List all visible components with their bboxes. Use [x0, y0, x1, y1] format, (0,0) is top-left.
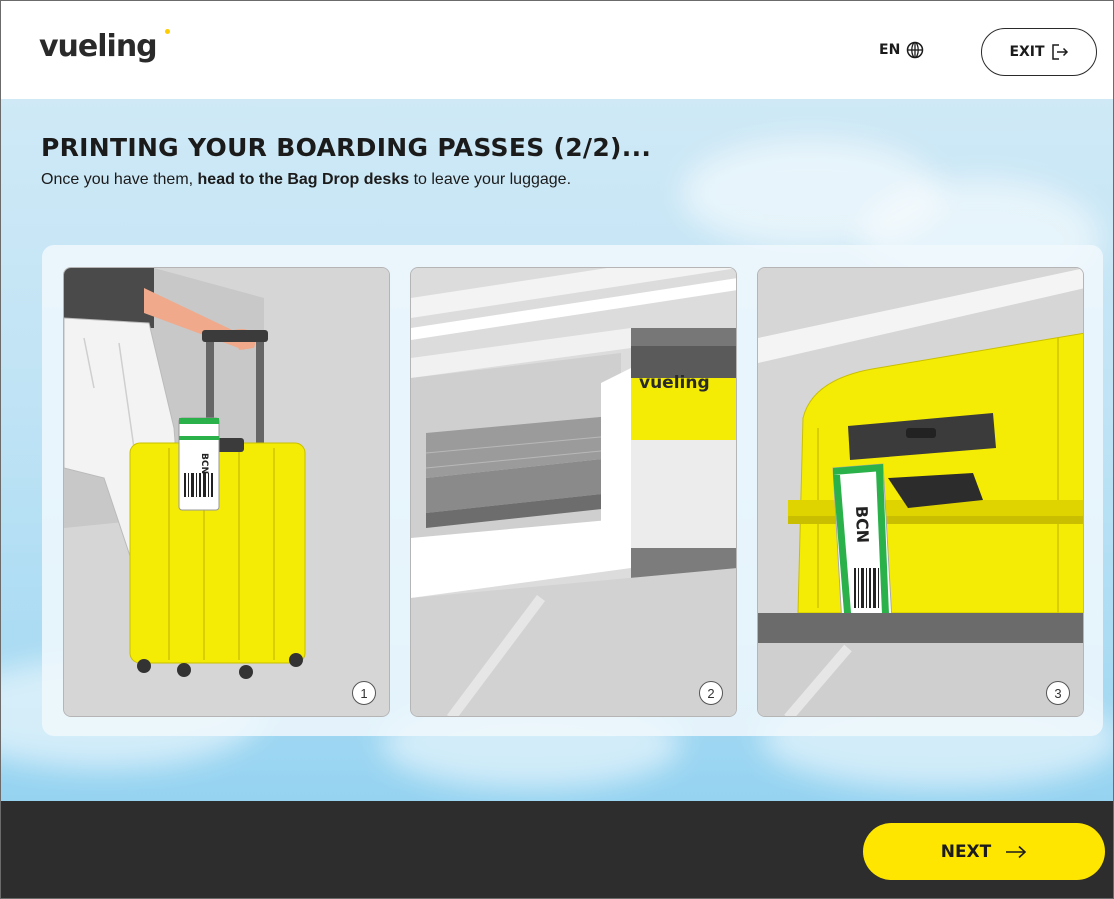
vueling-logo: vueling: [39, 29, 158, 64]
step-card-2: vueling 2: [410, 267, 737, 717]
page-title: PRINTING YOUR BOARDING PASSES (2/2)...: [41, 133, 652, 162]
header: vueling EN EXIT: [1, 1, 1113, 99]
subtitle-bold-text: head to the Bag Drop desks: [197, 171, 410, 188]
tag-text-1: BCN: [199, 453, 209, 474]
page-subtitle: Once you have them, head to the Bag Drop…: [41, 171, 571, 189]
step-number-1: 1: [352, 681, 376, 705]
exit-button[interactable]: EXIT: [981, 28, 1097, 76]
arrow-right-icon: [1005, 845, 1027, 859]
language-label: EN: [879, 42, 901, 58]
illustration-tag-closeup: BCN: [758, 268, 1083, 716]
step-number-2: 2: [699, 681, 723, 705]
illustration-bag-drop-desk: vueling: [411, 268, 736, 716]
kiosk-screen: vueling EN EXIT PRINTING YOUR BOARDING P…: [0, 0, 1114, 899]
subtitle-text-start: Once you have them,: [41, 171, 198, 188]
globe-icon: [906, 41, 924, 59]
illustration-suitcase-tag: BCN: [64, 268, 389, 716]
language-selector[interactable]: EN: [879, 41, 924, 59]
exit-label: EXIT: [1009, 44, 1045, 60]
tag-text-3: BCN: [852, 505, 872, 543]
step-card-1: BCN 1: [63, 267, 390, 717]
step-card-3: BCN 3: [757, 267, 1084, 717]
next-button[interactable]: NEXT: [863, 823, 1105, 880]
next-label: NEXT: [940, 841, 992, 862]
desk-logo: vueling: [639, 373, 710, 393]
subtitle-text-end: to leave your luggage.: [409, 171, 572, 188]
step-number-3: 3: [1046, 681, 1070, 705]
exit-icon: [1051, 43, 1069, 61]
logo-dot: [165, 29, 170, 34]
